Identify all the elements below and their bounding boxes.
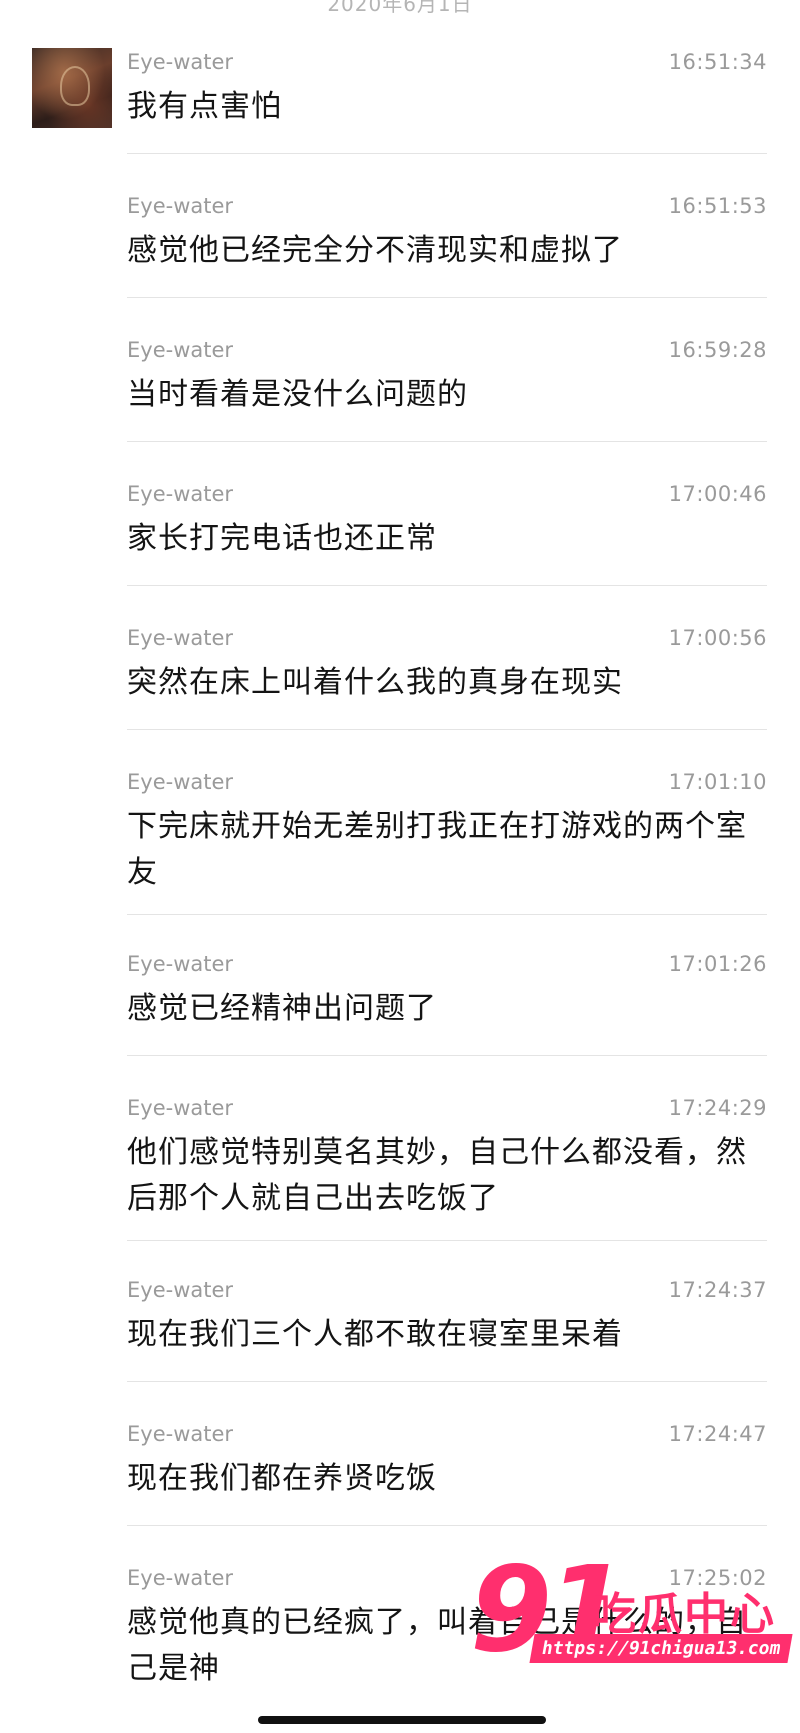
message-text: 突然在床上叫着什么我的真身在现实 — [127, 665, 623, 700]
message-text: 现在我们三个人都不敢在寝室里呆着 — [127, 1317, 623, 1352]
message-text: 感觉已经精神出问题了 — [127, 991, 437, 1026]
sender-avatar[interactable] — [32, 48, 112, 128]
message-text: 当时看着是没什么问题的 — [127, 377, 468, 412]
message-divider — [127, 1055, 767, 1056]
message-time: 17:24:47 — [668, 1422, 767, 1446]
message-time: 16:51:34 — [668, 50, 767, 74]
sender-name: Eye-water — [127, 770, 234, 794]
sender-name: Eye-water — [127, 1278, 234, 1302]
watermark-url: https://91chigua13.com — [529, 1634, 793, 1663]
message-divider — [127, 1525, 767, 1526]
sender-name: Eye-water — [127, 626, 234, 650]
message-divider — [127, 914, 767, 915]
message-text: 感觉他已经完全分不清现实和虚拟了 — [127, 233, 623, 268]
message-time: 17:00:46 — [668, 482, 767, 506]
sender-name: Eye-water — [127, 1096, 234, 1120]
message-time: 16:51:53 — [668, 194, 767, 218]
message-text: 现在我们都在养贤吃饭 — [127, 1461, 437, 1496]
message-time: 17:24:37 — [668, 1278, 767, 1302]
message-text: 我有点害怕 — [127, 89, 282, 124]
home-indicator[interactable] — [258, 1716, 546, 1724]
sender-name: Eye-water — [127, 194, 234, 218]
message-time: 17:00:56 — [668, 626, 767, 650]
message-divider — [127, 441, 767, 442]
message-divider — [127, 1381, 767, 1382]
message-time: 16:59:28 — [668, 338, 767, 362]
message-text: 家长打完电话也还正常 — [127, 521, 437, 556]
message-time: 17:01:26 — [668, 952, 767, 976]
message-divider — [127, 585, 767, 586]
message-text: 他们感觉特别莫名其妙，自己什么都没看，然后那个人就自己出去吃饭了 — [127, 1135, 747, 1216]
message-time: 17:24:29 — [668, 1096, 767, 1120]
message-divider — [127, 153, 767, 154]
sender-name: Eye-water — [127, 50, 234, 74]
message-divider — [127, 297, 767, 298]
message-divider — [127, 1240, 767, 1241]
sender-name: Eye-water — [127, 1422, 234, 1446]
watermark-logo: 91 吃瓜中心 https://91chigua13.com — [470, 1550, 793, 1690]
message-time: 17:01:10 — [668, 770, 767, 794]
message-divider — [127, 729, 767, 730]
sender-name: Eye-water — [127, 482, 234, 506]
date-separator: 2020年6月1日 — [327, 0, 473, 16]
watermark-title: 吃瓜中心 — [592, 1589, 776, 1640]
sender-name: Eye-water — [127, 338, 234, 362]
message-text: 下完床就开始无差别打我正在打游戏的两个室友 — [127, 809, 747, 890]
sender-name: Eye-water — [127, 1566, 234, 1590]
sender-name: Eye-water — [127, 952, 234, 976]
